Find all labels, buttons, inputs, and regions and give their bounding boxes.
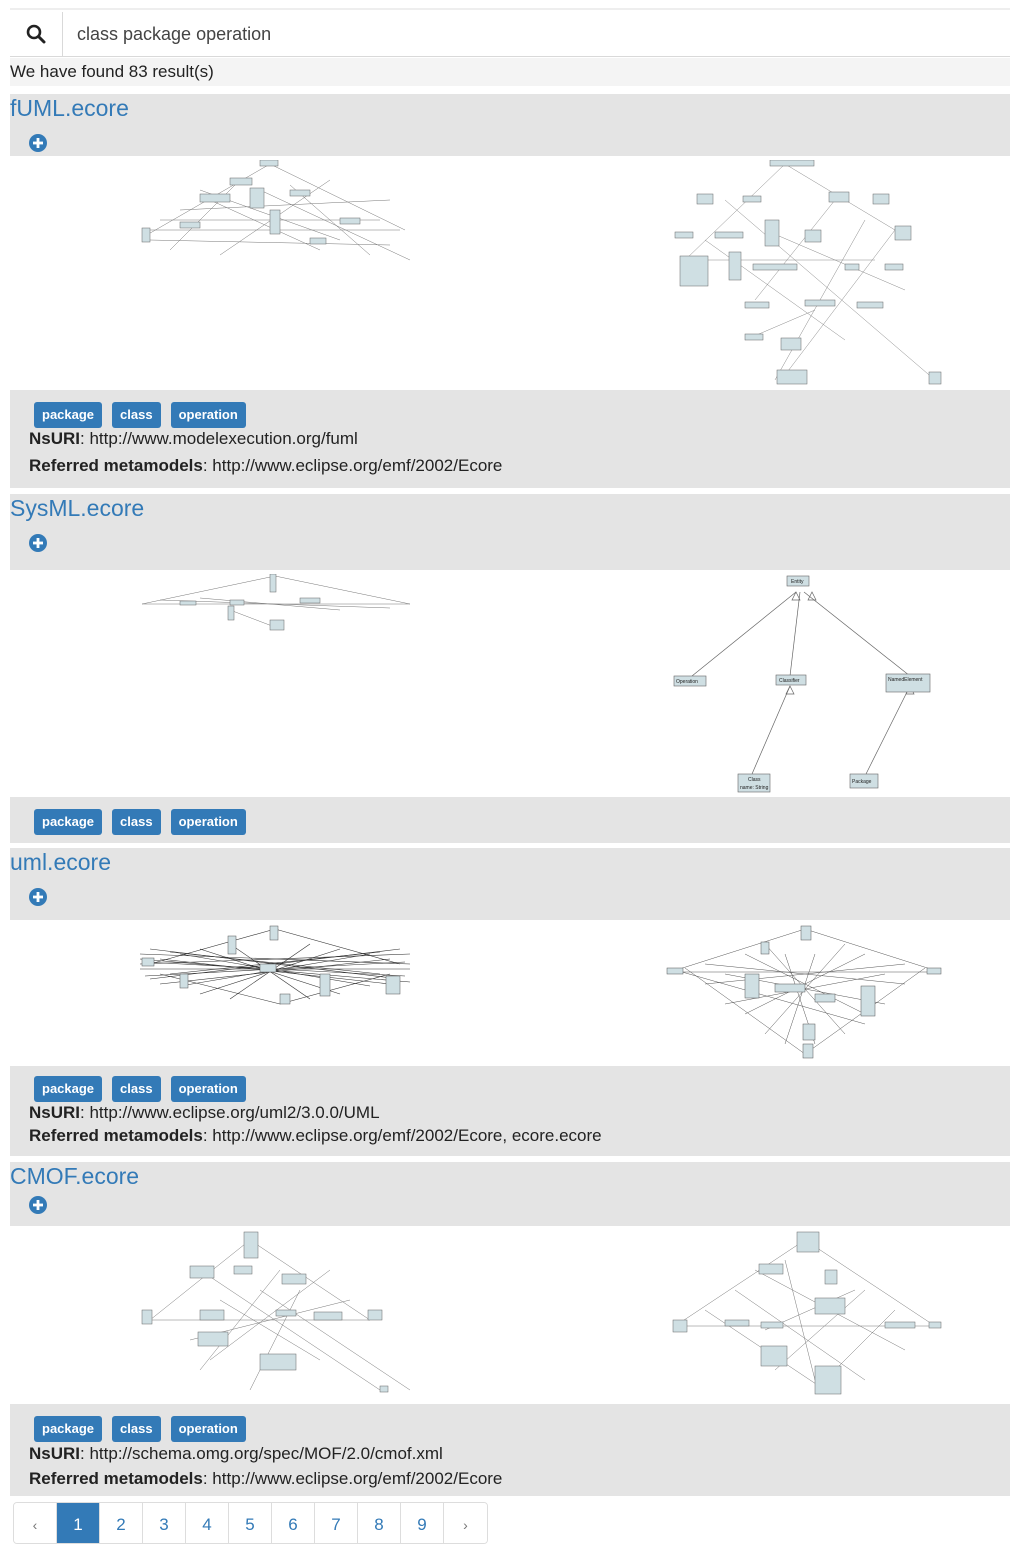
diagram-node-label: Operation	[676, 679, 698, 685]
diagram-thumbnail[interactable]	[140, 574, 412, 634]
page-6[interactable]: 6	[272, 1503, 315, 1543]
result-diagrams: Entity Operation Classifier NamedElement…	[10, 570, 1010, 797]
result-title[interactable]: SysML.ecore	[10, 494, 144, 522]
tag-operation[interactable]: operation	[170, 402, 246, 428]
plus-circle-icon[interactable]	[29, 534, 47, 552]
result-title[interactable]: uml.ecore	[10, 848, 111, 876]
result-card: CMOF.ecore package class operation NsURI…	[10, 1162, 1010, 1496]
result-footer: package class operation	[10, 797, 1010, 843]
result-footer: package class operation NsURI: http://ww…	[10, 390, 1010, 488]
diagram-node-label: NamedElement	[888, 677, 923, 683]
diagram-node-label: Classifier	[779, 678, 800, 684]
plus-circle-icon[interactable]	[29, 888, 47, 906]
page-3[interactable]: 3	[143, 1503, 186, 1543]
plus-circle-icon[interactable]	[29, 134, 47, 152]
search-bar	[10, 12, 1010, 57]
search-button[interactable]	[10, 12, 63, 56]
diagram-node-attr: name: String	[740, 785, 769, 791]
tag-package[interactable]: package	[34, 809, 103, 835]
tag-package[interactable]: package	[34, 1416, 103, 1442]
diagram-thumbnail[interactable]	[140, 160, 410, 264]
nsuri-value: http://www.modelexecution.org/fuml	[89, 429, 358, 448]
search-input[interactable]	[63, 12, 1003, 56]
referred-line: Referred metamodels: http://www.eclipse.…	[29, 1469, 503, 1488]
diagram-thumbnail[interactable]	[140, 1230, 420, 1396]
referred-value: http://www.eclipse.org/emf/2002/Ecore	[212, 1469, 503, 1488]
tag-operation[interactable]: operation	[170, 1416, 246, 1442]
diagram-node-label: Entity	[791, 579, 804, 585]
tag-class[interactable]: class	[112, 809, 161, 835]
page-7[interactable]: 7	[315, 1503, 358, 1543]
nsuri-line: NsURI: http://schema.omg.org/spec/MOF/2.…	[29, 1444, 443, 1463]
referred-line: Referred metamodels: http://www.eclipse.…	[29, 1126, 602, 1145]
diagram-thumbnail[interactable]	[140, 924, 412, 1014]
diagram-thumbnail[interactable]	[665, 160, 945, 386]
nsuri-label: NsURI	[29, 1444, 81, 1463]
page-5[interactable]: 5	[229, 1503, 272, 1543]
page-2[interactable]: 2	[100, 1503, 143, 1543]
referred-line: Referred metamodels: http://www.eclipse.…	[29, 456, 503, 475]
referred-value: http://www.eclipse.org/emf/2002/Ecore, e…	[212, 1126, 602, 1145]
result-footer: package class operation NsURI: http://sc…	[10, 1404, 1010, 1496]
diagram-node-label: Class	[748, 777, 761, 783]
referred-value: http://www.eclipse.org/emf/2002/Ecore	[212, 456, 503, 475]
tag-operation[interactable]: operation	[170, 1076, 246, 1102]
page-8[interactable]: 8	[358, 1503, 401, 1543]
result-card: uml.ecore package class operation NsURI:…	[10, 848, 1010, 1156]
nsuri-value: http://schema.omg.org/spec/MOF/2.0/cmof.…	[89, 1444, 443, 1463]
referred-label: Referred metamodels	[29, 1469, 203, 1488]
result-header: fUML.ecore	[10, 94, 1010, 156]
result-header: uml.ecore	[10, 848, 1010, 920]
nsuri-value: http://www.eclipse.org/uml2/3.0.0/UML	[89, 1103, 380, 1122]
diagram-thumbnail[interactable]	[665, 1230, 945, 1400]
page-next[interactable]: ›	[444, 1503, 487, 1543]
tag-package[interactable]: package	[34, 1076, 103, 1102]
result-footer: package class operation NsURI: http://ww…	[10, 1066, 1010, 1156]
referred-label: Referred metamodels	[29, 456, 203, 475]
diagram-node-label: Package	[852, 779, 872, 785]
plus-circle-icon[interactable]	[29, 1196, 47, 1214]
search-icon	[26, 24, 46, 44]
referred-label: Referred metamodels	[29, 1126, 203, 1145]
tag-list: package class operation	[34, 809, 246, 835]
tag-class[interactable]: class	[112, 1076, 161, 1102]
pagination: ‹ 1 2 3 4 5 6 7 8 9 ›	[13, 1502, 488, 1544]
result-diagrams	[10, 920, 1010, 1066]
tag-package[interactable]: package	[34, 402, 103, 428]
page-4[interactable]: 4	[186, 1503, 229, 1543]
page-1[interactable]: 1	[57, 1503, 100, 1543]
tag-class[interactable]: class	[112, 1416, 161, 1442]
result-card: fUML.ecore package class operation NsURI…	[10, 94, 1010, 488]
tag-operation[interactable]: operation	[170, 809, 246, 835]
result-diagrams	[10, 156, 1010, 390]
result-card: SysML.ecore Entity Operation Classifier …	[10, 494, 1010, 843]
result-header: SysML.ecore	[10, 494, 1010, 570]
diagram-thumbnail[interactable]	[665, 924, 945, 1062]
result-title[interactable]: CMOF.ecore	[10, 1162, 139, 1190]
nsuri-line: NsURI: http://www.modelexecution.org/fum…	[29, 429, 358, 448]
result-count: We have found 83 result(s)	[10, 58, 1010, 86]
tag-list: package class operation	[34, 402, 246, 428]
nsuri-label: NsURI	[29, 1103, 81, 1122]
result-diagrams	[10, 1226, 1010, 1404]
nsuri-line: NsURI: http://www.eclipse.org/uml2/3.0.0…	[29, 1103, 380, 1122]
tag-list: package class operation	[34, 1076, 246, 1102]
page-prev[interactable]: ‹	[14, 1503, 57, 1543]
diagram-thumbnail[interactable]: Entity Operation Classifier NamedElement…	[660, 574, 945, 796]
nsuri-label: NsURI	[29, 429, 81, 448]
tag-list: package class operation	[34, 1416, 246, 1442]
top-divider	[10, 8, 1010, 10]
result-header: CMOF.ecore	[10, 1162, 1010, 1226]
result-title[interactable]: fUML.ecore	[10, 94, 129, 122]
tag-class[interactable]: class	[112, 402, 161, 428]
page-9[interactable]: 9	[401, 1503, 444, 1543]
